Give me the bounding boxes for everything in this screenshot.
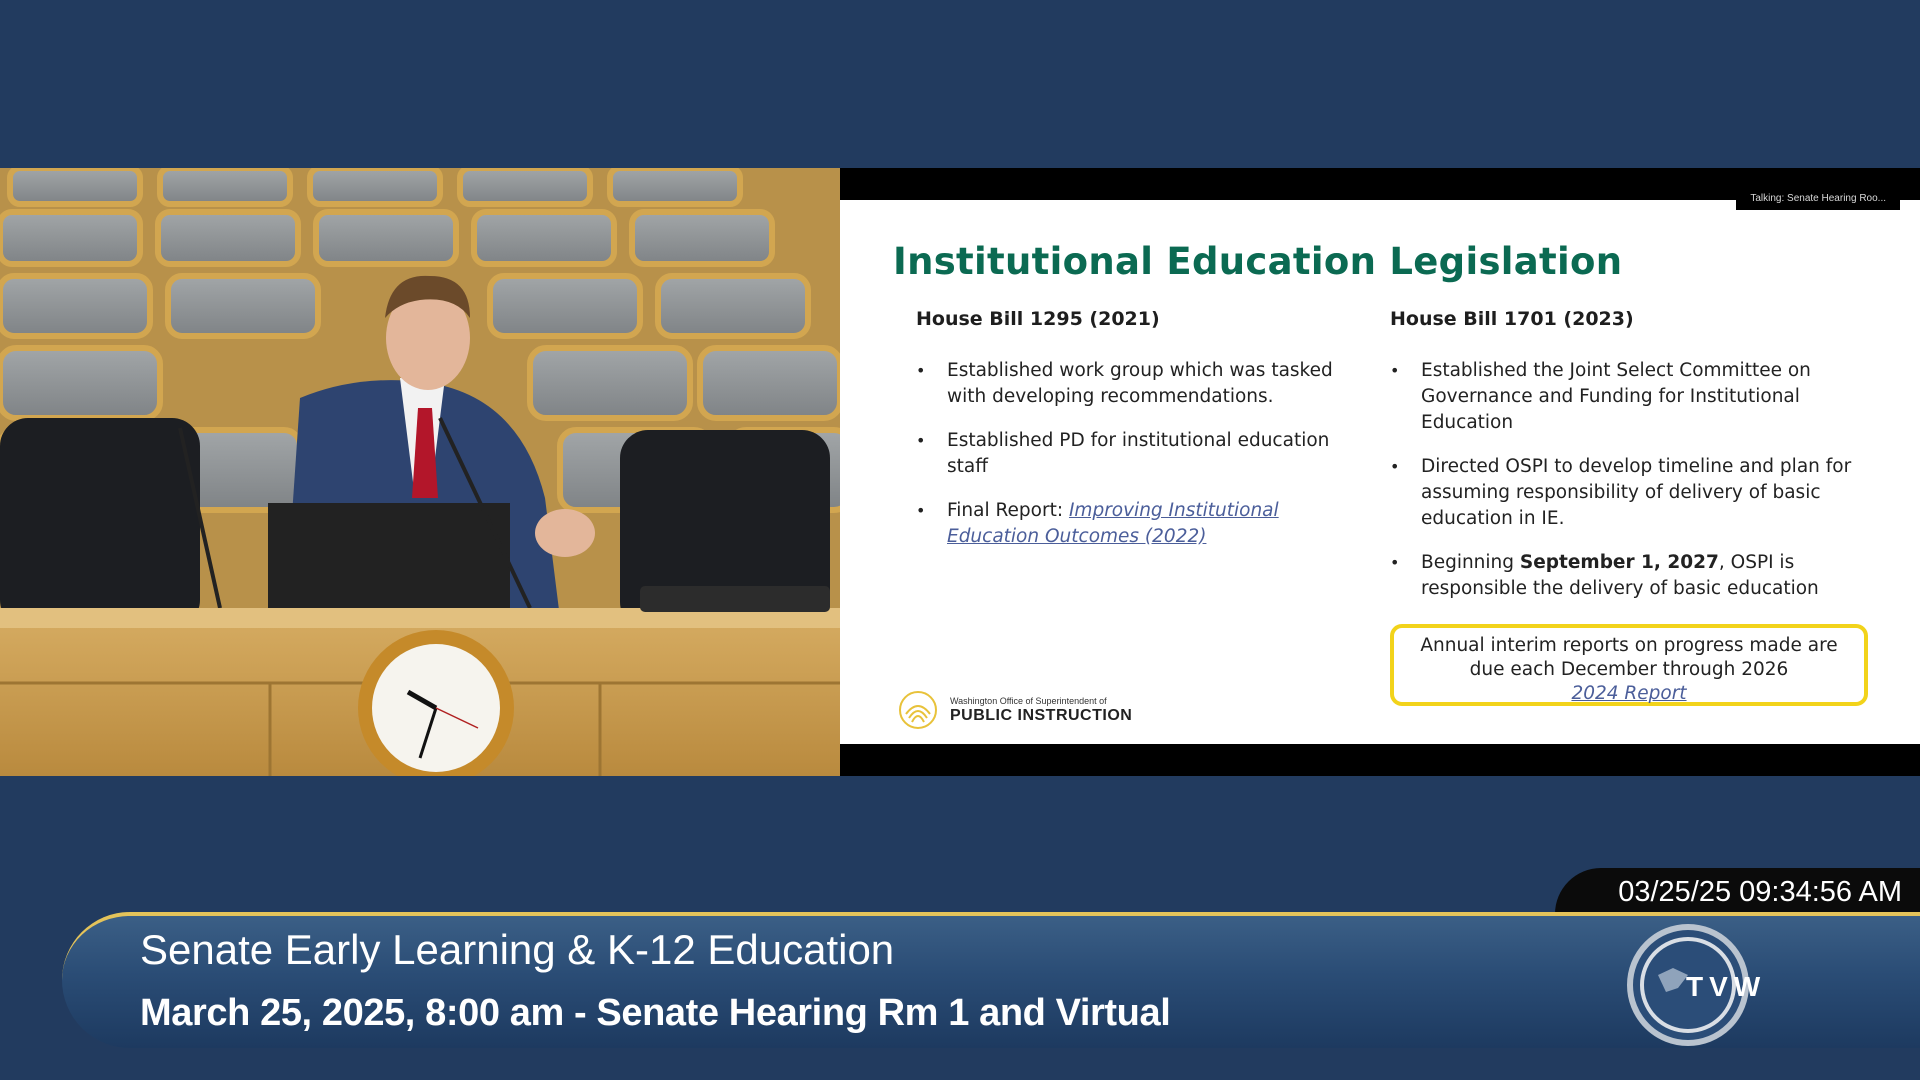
tvw-logo: TVW	[1627, 924, 1766, 1046]
interim-report-callout: Annual interim reports on progress made …	[1390, 624, 1868, 706]
list-item: • Final Report: Improving Institutional E…	[916, 500, 1279, 547]
presentation-feed: Talking: Senate Hearing Roo... Instituti…	[840, 168, 1920, 776]
slide: Institutional Education Legislation Hous…	[840, 200, 1920, 744]
timestamp: 03/25/25 09:34:56 AM	[1618, 876, 1902, 908]
program-title: Senate Early Learning & K-12 Education	[140, 926, 895, 973]
bullet-icon: •	[916, 361, 926, 380]
report-2024-link[interactable]: 2024 Report	[1394, 682, 1864, 706]
chair-left	[0, 418, 200, 628]
svg-text:TVW: TVW	[1686, 971, 1766, 1002]
list-item: • Beginning September 1, 2027, OSPI is re…	[1390, 552, 1819, 599]
list-item: • Directed OSPI to develop timeline and p…	[1390, 456, 1852, 529]
bullet-icon: •	[916, 431, 926, 450]
bullet-icon: •	[1390, 361, 1400, 380]
camera-feed	[0, 168, 840, 776]
ospi-logo: Washington Office of Superintendent of P…	[898, 690, 1132, 730]
hb1701-column: House Bill 1701 (2023) • Established the …	[1390, 308, 1870, 620]
hearing-room-video	[0, 168, 840, 776]
talking-indicator: Talking: Senate Hearing Roo...	[1736, 188, 1900, 210]
list-item: • Established the Joint Select Committee …	[1390, 360, 1811, 433]
bullet-icon: •	[1390, 553, 1400, 572]
bullet-icon: •	[916, 501, 926, 520]
timestamp-tab: 03/25/25 09:34:56 AM	[1555, 868, 1920, 914]
effective-date: September 1, 2027	[1519, 552, 1719, 573]
list-item: • Established work group which was tasked…	[916, 360, 1333, 407]
slide-title: Institutional Education Legislation	[893, 240, 1623, 283]
hb1295-heading: House Bill 1295 (2021)	[916, 308, 1160, 330]
ospi-emblem-icon	[899, 691, 937, 729]
hb1295-list: • Established work group which was tasked…	[916, 358, 1356, 550]
list-item: • Established PD for institutional educat…	[916, 430, 1330, 477]
bullet-icon: •	[1390, 457, 1400, 476]
keyboard	[640, 586, 830, 612]
hb1295-column: House Bill 1295 (2021) • Established work…	[916, 308, 1356, 568]
hb1701-list: • Established the Joint Select Committee …	[1390, 358, 1870, 602]
hb1701-heading: House Bill 1701 (2023)	[1390, 308, 1634, 330]
program-subtitle: March 25, 2025, 8:00 am - Senate Hearing…	[140, 992, 1171, 1034]
